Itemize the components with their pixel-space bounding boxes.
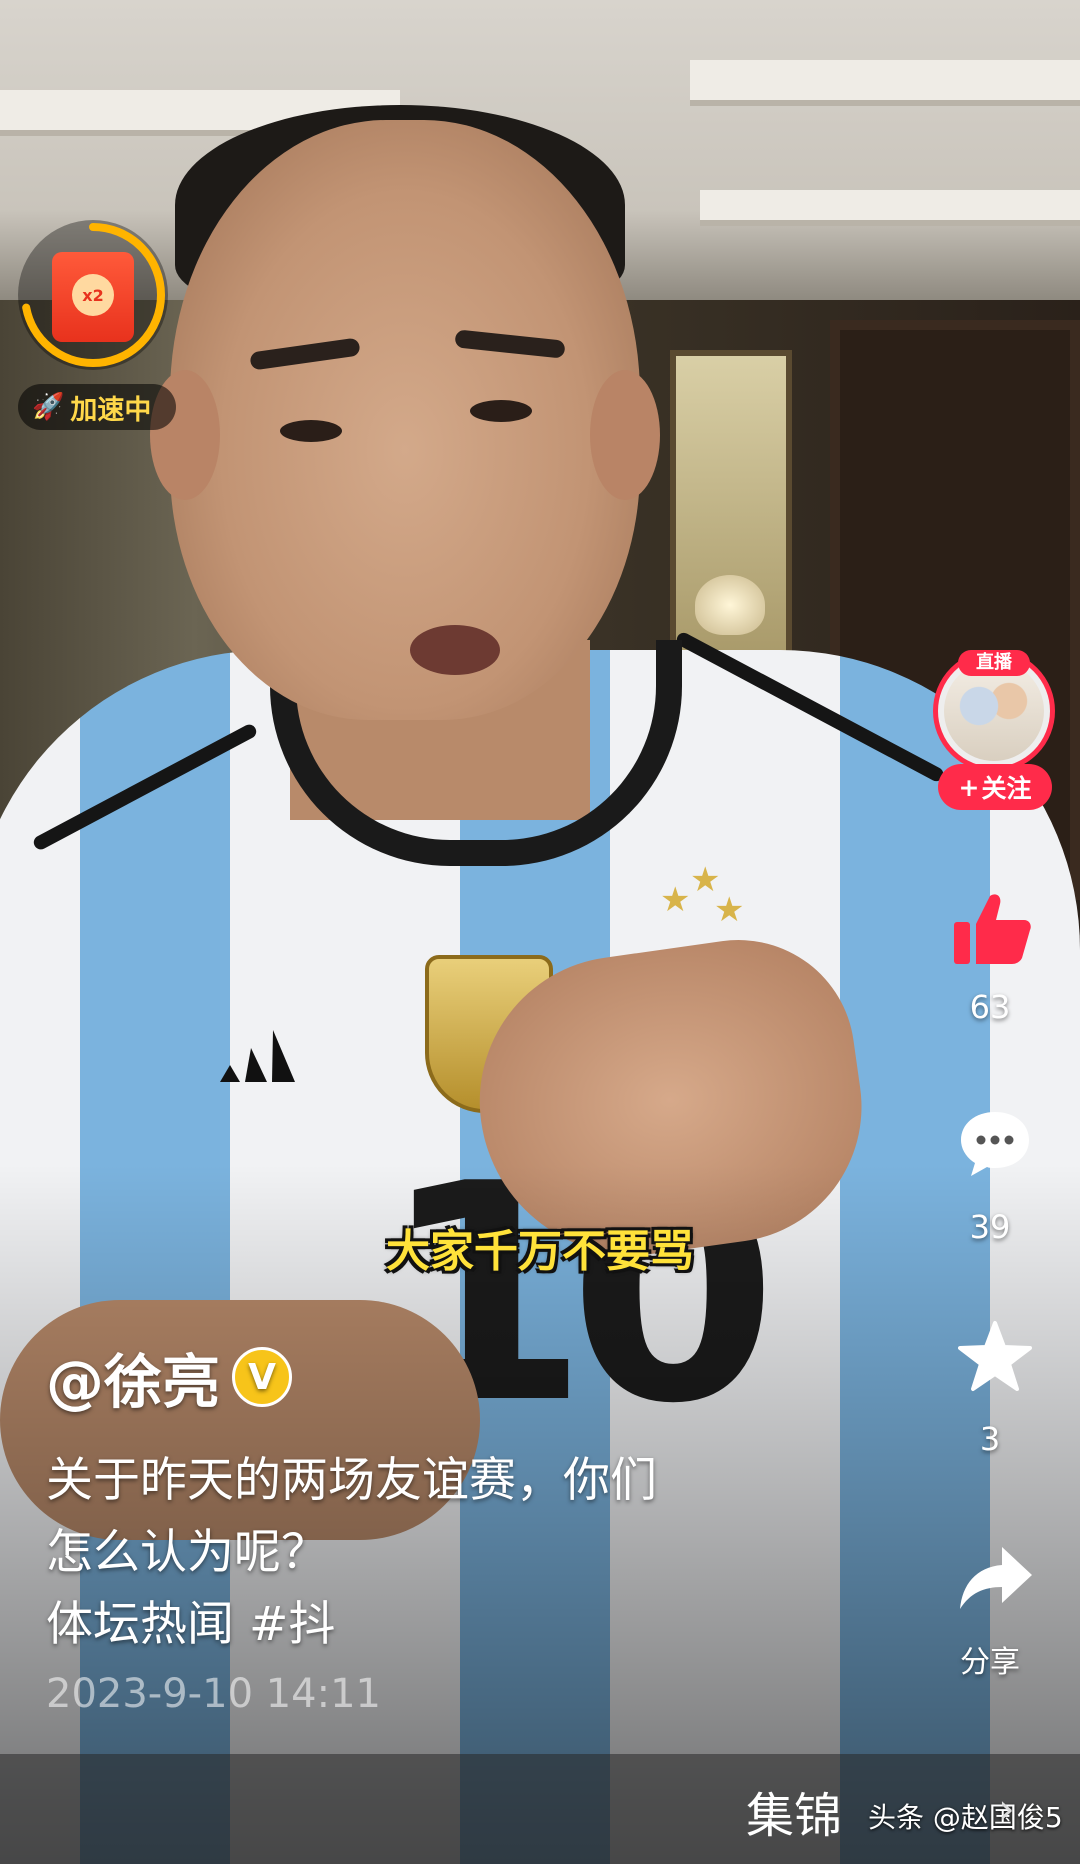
face (170, 120, 640, 720)
speed-status-label: 加速中 (70, 394, 152, 426)
collection-bar[interactable]: 集锦 头条 @赵国俊5 › (0, 1754, 1080, 1864)
share-button[interactable]: 分享 (900, 1545, 1080, 1695)
follow-label: 关注 (981, 774, 1032, 803)
eye (470, 400, 532, 422)
ear (590, 370, 660, 500)
share-icon (960, 1547, 1032, 1609)
rocket-icon: 🚀 (32, 392, 65, 422)
eye (280, 420, 342, 442)
plus-icon: + (958, 772, 980, 802)
chevron-right-icon: › (998, 1784, 1015, 1833)
verified-badge-icon: V (232, 1347, 293, 1407)
speed-status-pill: 🚀 加速中 (18, 384, 176, 430)
like-button[interactable]: 63 (900, 890, 1080, 1040)
author-name[interactable]: @徐亮 (46, 1335, 220, 1419)
reward-speed-widget[interactable]: x2 🚀 加速中 (18, 220, 178, 430)
mouth (410, 625, 500, 675)
favorite-count: 3 (979, 1420, 1001, 1458)
description-line: 怎么认为呢？ (46, 1525, 328, 1580)
video-caption: @徐亮 V 关于昨天的两场友谊赛，你们 怎么认为呢？ 体坛热闻 #抖 2023-… (46, 1335, 826, 1717)
avatar-image (944, 661, 1044, 761)
like-count: 63 (969, 988, 1011, 1026)
like-icon (954, 894, 1031, 964)
share-label: 分享 (960, 1645, 1020, 1680)
red-packet-icon: x2 (52, 252, 134, 342)
description-line: 体坛热闻 #抖 (46, 1597, 336, 1652)
favorite-icon (958, 1321, 1032, 1391)
comment-icon (961, 1112, 1029, 1176)
jersey-star: ★ (660, 880, 691, 920)
jersey-star: ★ (714, 890, 745, 930)
collection-label: 集锦 (746, 1788, 843, 1844)
favorite-button[interactable]: 3 (900, 1320, 1080, 1470)
author-row[interactable]: @徐亮 V (46, 1335, 826, 1419)
follow-button[interactable]: + 关注 (938, 764, 1052, 810)
multiplier-coin: x2 (72, 274, 114, 316)
action-rail: 直播 + 关注 63 39 3 分享 (900, 640, 1080, 1690)
watermark: 头条 @赵国俊5 (868, 1801, 1063, 1834)
description-line: 关于昨天的两场友谊赛，你们 (46, 1453, 657, 1508)
publish-date: 2023-9-10 14:11 (46, 1671, 381, 1717)
adidas-logo-icon (220, 1030, 295, 1082)
video-subtitle: 大家千万不要骂 (386, 1226, 694, 1277)
live-badge: 直播 (958, 650, 1030, 676)
video-description[interactable]: 关于昨天的两场友谊赛，你们 怎么认为呢？ 体坛热闻 #抖 (46, 1445, 826, 1661)
